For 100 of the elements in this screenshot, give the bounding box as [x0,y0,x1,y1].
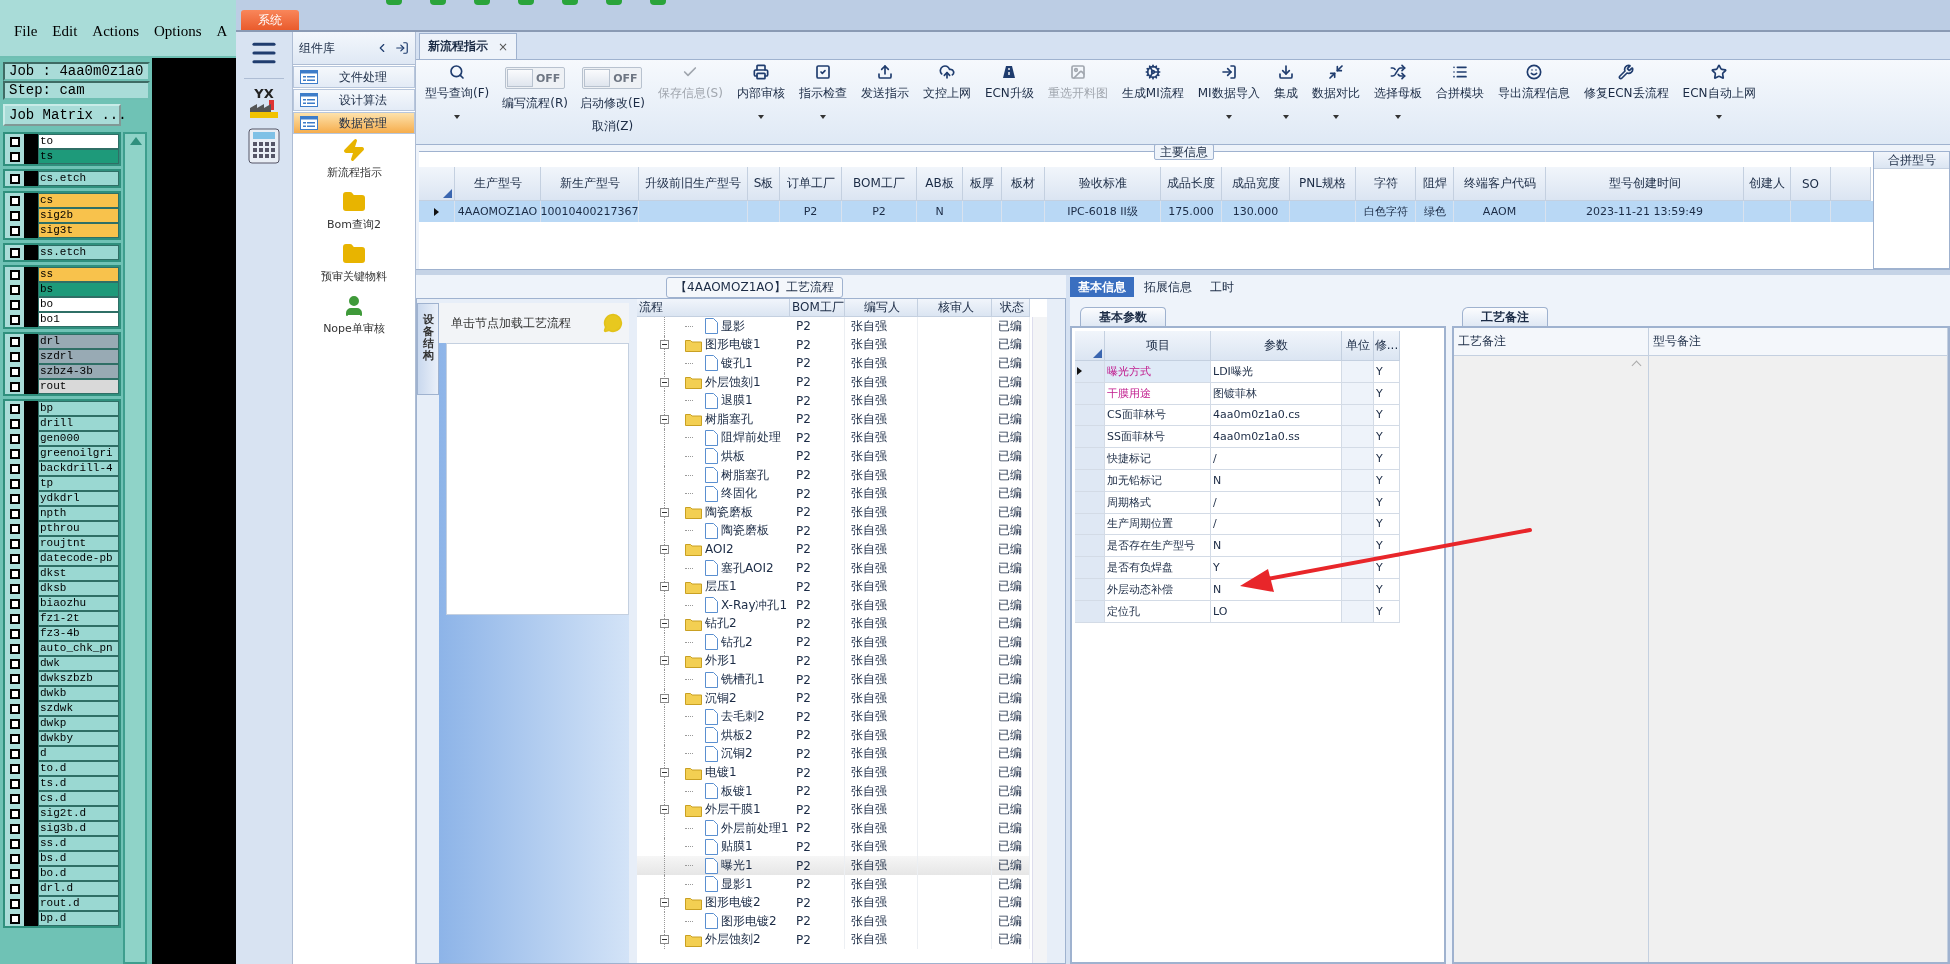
layer-name[interactable]: auto_chk_pn [38,641,119,656]
column-header[interactable]: 单位 [1342,331,1374,361]
tree-row[interactable]: 镀孔1 P2 张自强 已编 [637,354,1030,373]
column-header[interactable]: 编写人 [845,299,918,317]
collapse-toggle[interactable] [660,693,669,703]
tree-row[interactable]: 树脂塞孔 P2 张自强 已编 [637,465,1030,485]
menu-item[interactable]: File [14,22,38,40]
layer-name[interactable]: drl [38,334,119,349]
toggle-switch[interactable]: OFF [505,67,566,89]
layer-name[interactable]: tp [38,476,119,491]
collapse-toggle[interactable] [660,544,669,554]
checkbox[interactable] [9,418,20,429]
collapse-toggle[interactable] [660,414,669,424]
tree-row[interactable]: 陶瓷磨板 P2 张自强 已编 [637,521,1030,541]
checkbox[interactable] [9,314,20,325]
tree-row[interactable]: 铣槽孔1 P2 张自强 已编 [637,670,1030,689]
tab[interactable]: 拓展信息 [1136,277,1200,297]
checkbox[interactable] [9,823,20,834]
checkbox[interactable] [9,299,20,310]
column-header[interactable]: 型号备注 [1649,328,1948,356]
tree-row[interactable]: 沉铜2 P2 张自强 已编 [637,744,1030,764]
layer-name[interactable]: dkst [38,566,119,581]
checkbox[interactable] [9,583,20,594]
layer-name[interactable]: pthrou [38,521,119,536]
column-header[interactable]: 成品长度 [1161,167,1222,201]
side-tab[interactable]: 设备结构 [417,303,439,395]
checkbox[interactable] [9,793,20,804]
column-header[interactable]: 流程 [637,299,790,317]
checkbox[interactable] [9,718,20,729]
column-header[interactable]: 创建人 [1744,167,1791,201]
column-header[interactable]: 字符 [1356,167,1416,201]
tool-label[interactable]: Nope单审核 [323,321,385,336]
checkbox[interactable] [9,225,20,236]
layer-name[interactable]: drl.d [38,881,119,896]
column-header[interactable]: 阻焊 [1416,167,1454,201]
layer-name[interactable]: cs [38,193,119,208]
checkbox[interactable] [9,553,20,564]
layer-name[interactable]: bp.d [38,911,119,926]
layer-name[interactable]: rout.d [38,896,119,911]
layer-name[interactable]: drill [38,416,119,431]
checkbox[interactable] [9,351,20,362]
checkbox[interactable] [9,658,20,669]
checkbox[interactable] [9,748,20,759]
column-header[interactable]: 订单工厂 [780,167,842,201]
tree-row[interactable]: 终固化 P2 张自强 已编 [637,484,1030,503]
checkbox[interactable] [9,598,20,609]
calculator-icon[interactable] [247,128,281,164]
toggle-label[interactable]: 取消(Z) [591,118,634,135]
collapse-toggle[interactable] [660,805,669,815]
toggle-label[interactable]: 编写流程(R) [502,95,568,112]
logo[interactable]: YX [244,78,284,118]
layer-name[interactable]: dwk [38,656,119,671]
collapse-toggle[interactable] [660,619,669,629]
checkbox[interactable] [9,433,20,444]
tree-row[interactable]: 去毛刺2 P2 张自强 已编 [637,707,1030,727]
layer-name[interactable]: fz3-4b [38,626,119,641]
checkbox[interactable] [9,688,20,699]
checkbox[interactable] [9,538,20,549]
collapse-toggle[interactable] [660,340,669,350]
column-header[interactable]: BOM工厂 [842,167,917,201]
layer-name[interactable]: roujtnt [38,536,119,551]
checkbox[interactable] [9,269,20,280]
layer-name[interactable]: ss.d [38,836,119,851]
tree-row[interactable]: 显影 P2 张自强 已编 [637,317,1030,336]
layer-name[interactable]: cs.d [38,791,119,806]
column-header[interactable]: PNL规格 [1290,167,1356,201]
layer-name[interactable]: dwkby [38,731,119,746]
tree-row[interactable]: 板镀1 P2 张自强 已编 [637,781,1030,801]
layer-name[interactable]: gen000 [38,431,119,446]
layer-name[interactable]: sig3t [38,223,119,238]
tree-row[interactable]: 烘板2 P2 张自强 已编 [637,726,1030,745]
tool-label[interactable]: Bom查询2 [327,217,381,232]
layer-name[interactable]: bs.d [38,851,119,866]
layer-name[interactable]: dwkszbzb [38,671,119,686]
tree-row[interactable]: 外层蚀刻1 P2 张自强 已编 [637,372,1030,392]
layer-name[interactable]: bs [38,282,119,297]
checkbox[interactable] [9,448,20,459]
category-item[interactable]: 数据管理 [293,112,415,134]
tree-row[interactable]: 外层前处理1 P2 张自强 已编 [637,819,1030,838]
layer-name[interactable]: dwkb [38,686,119,701]
checkbox[interactable] [9,733,20,744]
layer-name[interactable]: fz1-2t [38,611,119,626]
checkbox[interactable] [9,247,20,258]
menu-item[interactable]: A [216,22,228,40]
column-header[interactable]: BOM工厂 [790,299,845,317]
toolbar-button[interactable]: 合拼模块 [1434,64,1485,134]
layer-name[interactable]: rout [38,379,119,394]
column-header[interactable]: 新生产型号 [541,167,639,201]
layer-name[interactable]: sig2t.d [38,806,119,821]
layer-name[interactable]: bo.d [38,866,119,881]
category-item[interactable]: 文件处理 [293,66,415,88]
layer-name[interactable]: bp [38,401,119,416]
checkbox[interactable] [9,151,20,162]
tool-label[interactable]: 新流程指示 [326,165,382,180]
layer-name[interactable]: backdrill-4 [38,461,119,476]
column-header[interactable]: 合拼型号 [1874,152,1949,169]
menu-item[interactable]: Options [154,22,202,40]
checkbox[interactable] [9,523,20,534]
checkbox[interactable] [9,763,20,774]
tab[interactable]: 工时 [1202,277,1242,297]
